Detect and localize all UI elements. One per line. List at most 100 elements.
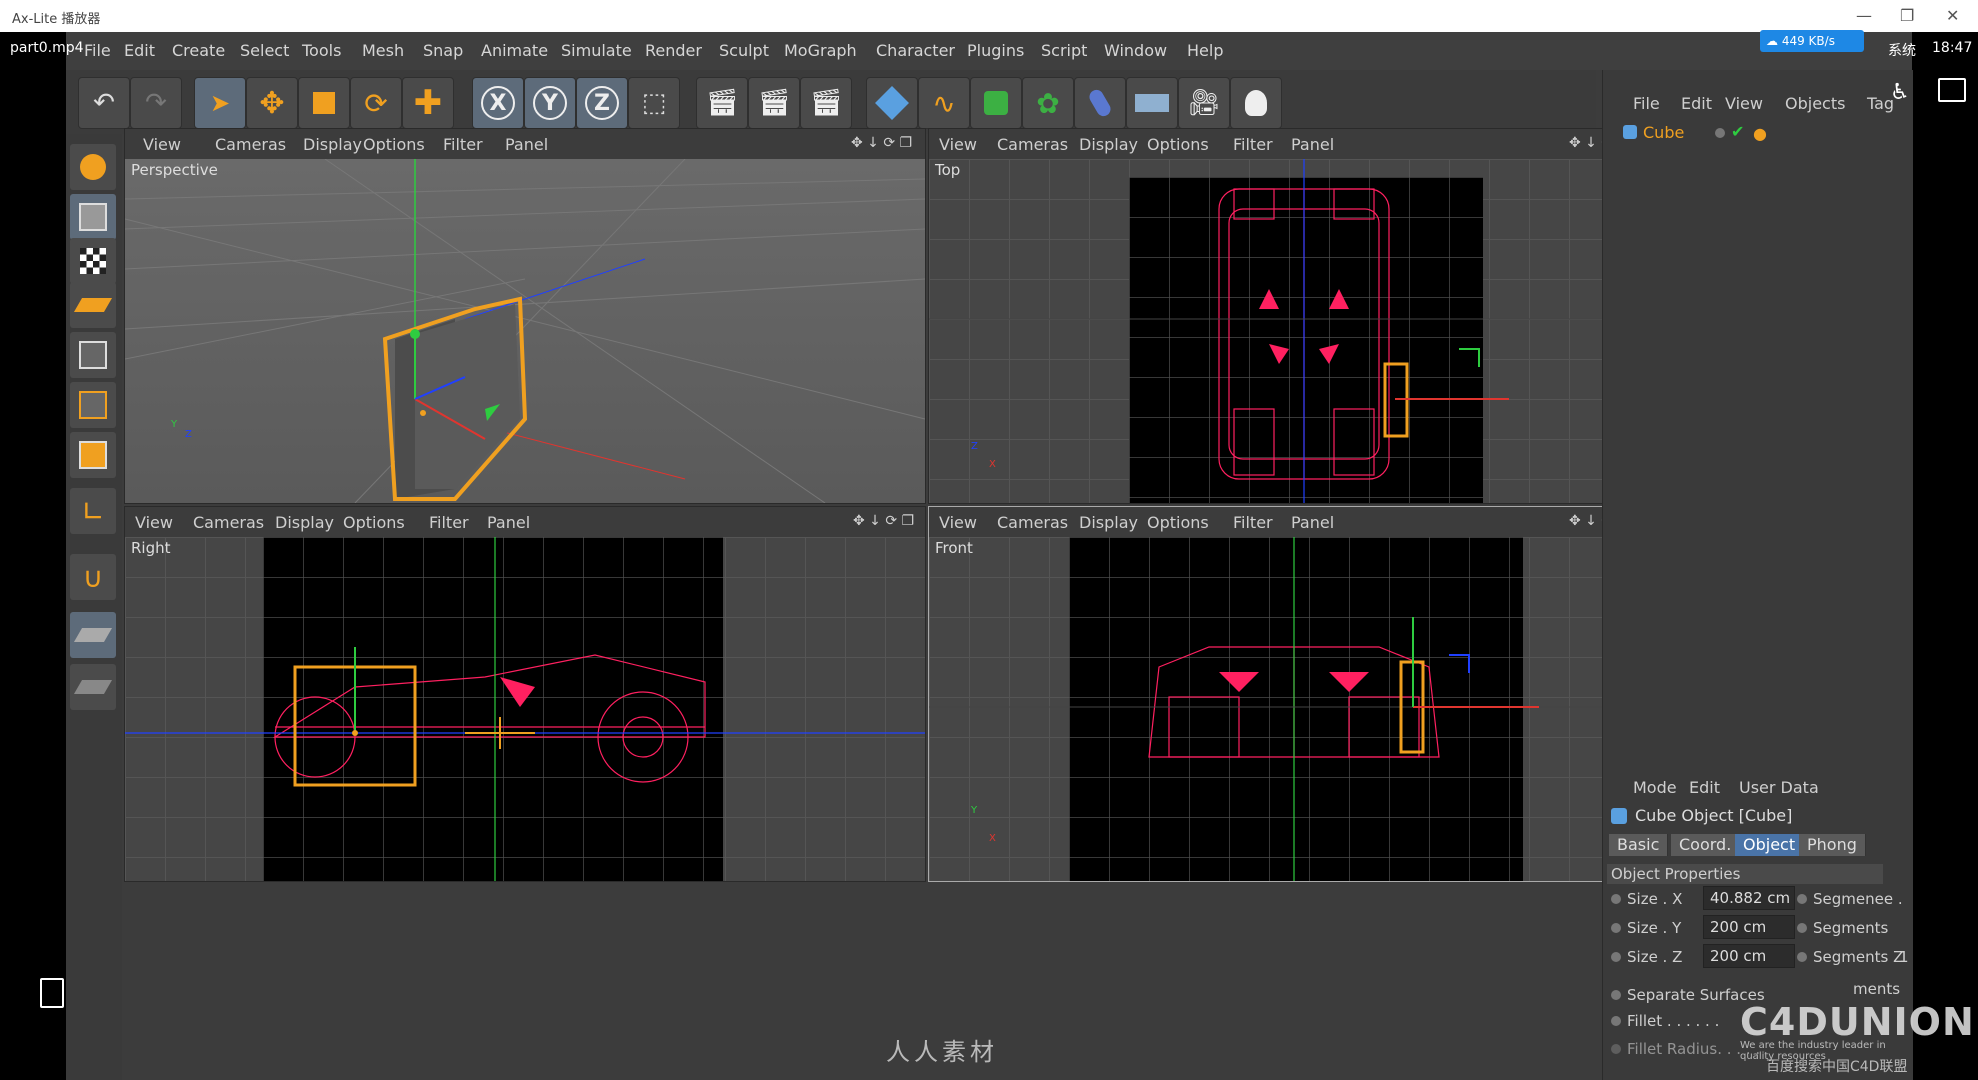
vp-menu-panel[interactable]: Panel (1291, 513, 1334, 532)
accessibility-icon[interactable]: ♿︎ (1890, 80, 1910, 105)
move-tool-button[interactable]: ✥ (246, 77, 298, 129)
object-row-cube[interactable]: Cube ✔ ● (1611, 120, 1901, 146)
viewport-top[interactable]: View Cameras Display Options Filter Pane… (928, 128, 1664, 504)
size-y-field[interactable]: 200 cm (1703, 915, 1795, 939)
redo-button[interactable]: ↷ (130, 77, 182, 129)
render-view-button[interactable]: 🎬︎ (696, 77, 748, 129)
menu-mograph[interactable]: MoGraph (784, 41, 857, 60)
fillet-dot[interactable] (1611, 1016, 1621, 1026)
size-z-anim-dot[interactable] (1611, 952, 1621, 962)
camera-button[interactable]: 🎥︎ (1178, 77, 1230, 129)
vp-menu-view[interactable]: View (939, 513, 977, 532)
menu-snap[interactable]: Snap (423, 41, 463, 60)
minimize-icon[interactable]: — (1856, 6, 1872, 25)
seg-z-anim-dot[interactable] (1797, 952, 1807, 962)
z-axis-lock-button[interactable]: Z (576, 77, 628, 129)
vp-menu-panel[interactable]: Panel (1291, 135, 1334, 154)
seg-y-anim-dot[interactable] (1797, 923, 1807, 933)
tab-coord[interactable]: Coord. (1671, 834, 1741, 856)
restore-icon[interactable]: ❐ (1900, 6, 1914, 25)
am-menu-mode[interactable]: Mode (1633, 778, 1677, 797)
light-button[interactable] (1230, 77, 1282, 129)
fillet-radius-dot[interactable] (1611, 1044, 1621, 1054)
vp-menu-cameras[interactable]: Cameras (215, 135, 286, 154)
menu-mesh[interactable]: Mesh (362, 41, 404, 60)
am-menu-edit[interactable]: Edit (1689, 778, 1720, 797)
vp-menu-display[interactable]: Display (1079, 135, 1138, 154)
section-header[interactable]: Object Properties (1607, 864, 1883, 884)
om-menu-edit[interactable]: Edit (1681, 94, 1712, 113)
vp-menu-cameras[interactable]: Cameras (193, 513, 264, 532)
menu-create[interactable]: Create (172, 41, 225, 60)
make-editable-button[interactable] (70, 144, 116, 190)
menu-help[interactable]: Help (1187, 41, 1223, 60)
vp-menu-options[interactable]: Options (363, 135, 425, 154)
size-y-anim-dot[interactable] (1611, 923, 1621, 933)
deformer-button[interactable] (1074, 77, 1126, 129)
enable-check-icon[interactable]: ✔ (1731, 122, 1744, 141)
planar-workplane-button[interactable] (70, 664, 116, 710)
transform-tool-button[interactable]: ✚ (402, 77, 454, 129)
vp-menu-display[interactable]: Display (275, 513, 334, 532)
am-menu-user-data[interactable]: User Data (1739, 778, 1819, 797)
menu-character[interactable]: Character (876, 41, 955, 60)
top-canvas[interactable]: Z X (929, 159, 1663, 503)
undo-button[interactable]: ↶ (78, 77, 130, 129)
snapping-button[interactable]: ∪ (70, 554, 116, 600)
menu-script[interactable]: Script (1041, 41, 1087, 60)
tab-basic[interactable]: Basic (1609, 834, 1669, 856)
vp-menu-filter[interactable]: Filter (429, 513, 469, 532)
vp-menu-view[interactable]: View (135, 513, 173, 532)
vp-menu-view[interactable]: View (939, 135, 977, 154)
menu-edit[interactable]: Edit (124, 41, 155, 60)
om-menu-objects[interactable]: Objects (1785, 94, 1845, 113)
workplane-mode-button[interactable] (70, 282, 116, 328)
close-icon[interactable]: ✕ (1946, 6, 1959, 25)
size-z-field[interactable]: 200 cm (1703, 944, 1795, 968)
vp-menu-panel[interactable]: Panel (487, 513, 530, 532)
front-canvas[interactable]: Y X (929, 537, 1663, 881)
spline-button[interactable]: ∿ (918, 77, 970, 129)
size-x-field[interactable]: 40.882 cm (1703, 886, 1795, 910)
vp-menu-filter[interactable]: Filter (443, 135, 483, 154)
vp-menu-cameras[interactable]: Cameras (997, 513, 1068, 532)
texture-mode-button[interactable] (70, 238, 116, 284)
seg-z-value[interactable]: 1 (1899, 948, 1909, 966)
points-mode-button[interactable] (70, 332, 116, 378)
menu-simulate[interactable]: Simulate (561, 41, 632, 60)
tab-object[interactable]: Object (1735, 834, 1805, 856)
vp-menu-display[interactable]: Display (1079, 513, 1138, 532)
render-picture-viewer-button[interactable]: 🎬︎ (748, 77, 800, 129)
file-icon[interactable] (40, 978, 64, 1008)
visibility-dot[interactable] (1715, 128, 1725, 138)
live-selection-button[interactable]: ➤ (194, 77, 246, 129)
vp-menu-filter[interactable]: Filter (1233, 135, 1273, 154)
om-menu-view[interactable]: View (1725, 94, 1763, 113)
vp-menu-filter[interactable]: Filter (1233, 513, 1273, 532)
phong-tag-icon[interactable]: ● (1753, 124, 1767, 143)
workplane-lock-button[interactable] (70, 612, 116, 658)
scale-tool-button[interactable] (298, 77, 350, 129)
viewport-nav-icons[interactable]: ✥ ↓ ⟳ ❐ (851, 135, 912, 151)
coordinate-system-button[interactable]: ⬚ (628, 77, 680, 129)
size-x-anim-dot[interactable] (1611, 894, 1621, 904)
perspective-canvas[interactable]: Y Z (125, 158, 925, 503)
floor-button[interactable] (1126, 77, 1178, 129)
menu-sculpt[interactable]: Sculpt (719, 41, 769, 60)
menu-select[interactable]: Select (240, 41, 289, 60)
render-settings-button[interactable]: 🎬︎ (800, 77, 852, 129)
seg-x-anim-dot[interactable] (1797, 894, 1807, 904)
menu-render[interactable]: Render (645, 41, 702, 60)
x-axis-lock-button[interactable]: X (472, 77, 524, 129)
axis-mode-button[interactable]: ∟ (70, 488, 116, 534)
viewport-right[interactable]: View Cameras Display Options Filter Pane… (124, 506, 926, 882)
array-button[interactable]: ✿ (1022, 77, 1074, 129)
vp-menu-view[interactable]: View (143, 135, 181, 154)
vp-menu-display[interactable]: Display (303, 135, 362, 154)
menu-animate[interactable]: Animate (481, 41, 548, 60)
menu-tools[interactable]: Tools (302, 41, 341, 60)
om-menu-file[interactable]: File (1633, 94, 1660, 113)
model-mode-button[interactable] (70, 194, 116, 240)
object-name[interactable]: Cube (1643, 123, 1684, 142)
viewport-perspective[interactable]: View Cameras Display Options Filter Pane… (124, 128, 926, 504)
